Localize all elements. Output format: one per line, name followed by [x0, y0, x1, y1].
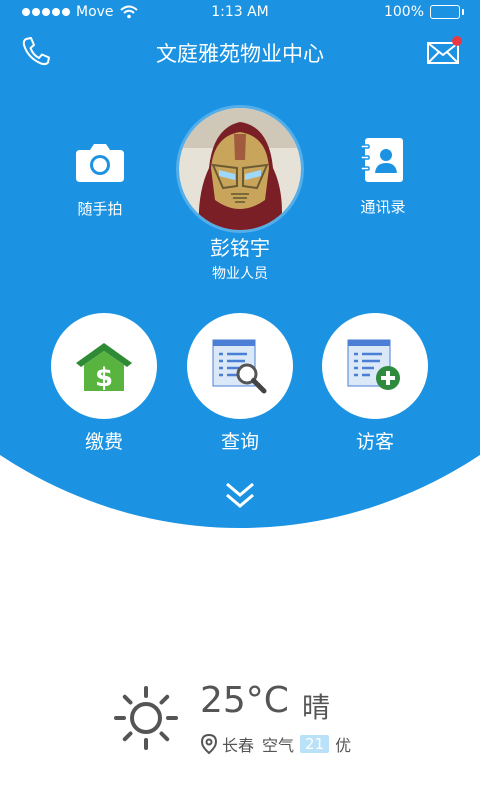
sun-icon: [114, 686, 178, 750]
weather-city: 长春: [222, 736, 255, 755]
battery-percent: 100%: [383, 4, 424, 20]
query-label: 查询: [220, 431, 259, 453]
pay-button[interactable]: $ 缴费: [50, 313, 158, 454]
pay-icon-circle: $: [51, 313, 157, 419]
notification-badge: [452, 36, 462, 46]
contacts-icon: [360, 138, 403, 182]
profile-role: 物业人员: [212, 266, 268, 282]
aqi-badge: 21: [300, 735, 330, 753]
visitor-icon-circle: [322, 313, 428, 419]
ironman-avatar-image: [179, 108, 301, 230]
house-dollar-icon: $: [76, 343, 132, 393]
visitor-label: 访客: [355, 431, 394, 453]
air-label: 空气: [262, 736, 295, 755]
weather-condition: 晴: [302, 691, 331, 724]
contacts-label: 通讯录: [360, 198, 406, 216]
status-bar: Move 1:13 AM 100%: [0, 0, 480, 26]
mail-button[interactable]: [424, 34, 464, 70]
pay-label: 缴费: [84, 431, 123, 453]
document-add-icon: [347, 339, 400, 390]
query-icon-circle: [187, 313, 293, 419]
contacts-action[interactable]: 通讯录: [353, 136, 413, 217]
location-pin-icon: [200, 733, 218, 755]
query-button[interactable]: 查询: [186, 313, 294, 454]
camera-action[interactable]: 随手拍: [70, 138, 130, 219]
profile-name: 彭铭宇: [210, 236, 270, 260]
battery-icon: [430, 5, 464, 19]
page-title: 文庭雅苑物业中心: [156, 42, 324, 66]
double-chevron-down-icon[interactable]: [222, 480, 258, 512]
weather-temperature: 25°C: [200, 680, 289, 721]
air-quality: 优: [335, 736, 352, 755]
weather-widget: 25°C 晴 长春 空气 21 优: [112, 680, 392, 760]
svg-text:$: $: [95, 363, 113, 393]
avatar[interactable]: [179, 108, 301, 230]
camera-icon: [76, 144, 124, 182]
app-header: 文庭雅苑物业中心: [0, 30, 480, 74]
document-search-icon: [212, 339, 267, 394]
visitor-button[interactable]: 访客: [321, 313, 429, 454]
camera-label: 随手拍: [77, 200, 123, 218]
